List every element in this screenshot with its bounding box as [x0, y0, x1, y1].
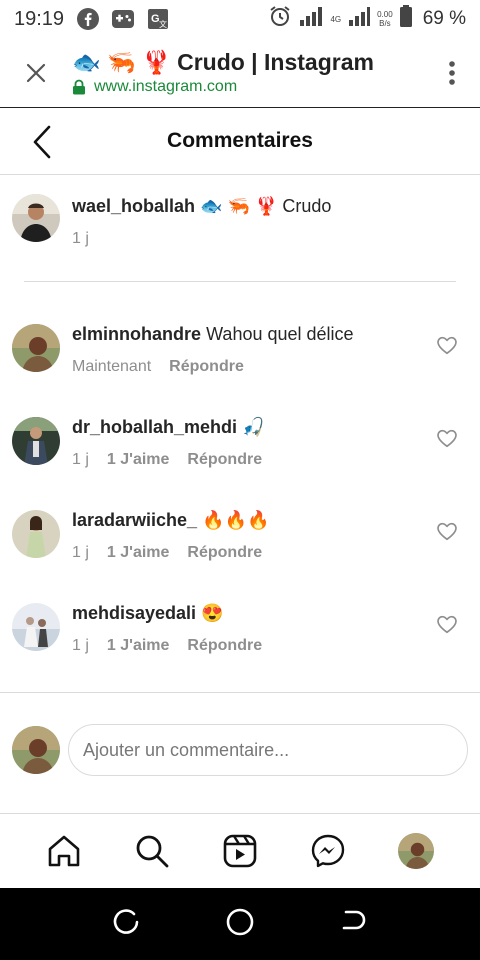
comment-text: Wahou quel délice [206, 324, 354, 344]
like-button[interactable] [436, 520, 458, 542]
heart-icon [437, 615, 457, 634]
comment-row: elminnohandre Wahou quel délice Maintena… [0, 324, 480, 417]
comments-header: Commentaires [0, 108, 480, 175]
status-time: 19:19 [14, 7, 65, 30]
comment-username[interactable]: dr_hoballah_mehdi [72, 417, 237, 437]
comment-username[interactable]: mehdisayedali [72, 603, 196, 623]
comment-likes[interactable]: 1 J'aime [107, 451, 170, 469]
circle-home-icon [226, 908, 254, 936]
comment-likes[interactable]: 1 J'aime [107, 544, 170, 562]
data-speed-value: 0.00 [377, 10, 393, 19]
recent-apps-button[interactable] [112, 908, 140, 940]
comment-input-placeholder: Ajouter un commentaire... [83, 739, 290, 760]
avatar [398, 833, 434, 869]
nav-messenger[interactable] [302, 825, 354, 877]
comment-input[interactable]: Ajouter un commentaire... [68, 724, 468, 776]
signal-icon [347, 5, 371, 33]
reels-icon [223, 834, 257, 868]
data-speed-unit: B/s [379, 19, 391, 28]
comment-time: Maintenant [72, 358, 152, 375]
comment-time: 1 j [72, 451, 89, 468]
comment-text: 😍 [201, 603, 224, 623]
comment-row: mehdisayedali 😍 1 j 1 J'aime Répondre [0, 603, 480, 696]
data-speed: 0.00 B/s [377, 10, 393, 28]
system-navigation-bar [0, 888, 480, 960]
back-system-button[interactable] [340, 908, 368, 940]
url-block[interactable]: 🐟 🦐 🦞 Crudo | Instagram www.instagram.co… [72, 49, 424, 96]
avatar[interactable] [12, 417, 60, 465]
page-title: 🐟 🦐 🦞 Crudo | Instagram [72, 49, 374, 75]
comment-row: dr_hoballah_mehdi 🎣 1 j 1 J'aime Répondr… [0, 417, 480, 510]
comment-time: 1 j [72, 544, 89, 561]
reply-button[interactable]: Répondre [187, 451, 262, 469]
gamepad-icon [110, 7, 136, 31]
more-vertical-icon [449, 60, 455, 85]
nav-profile[interactable] [390, 825, 442, 877]
heart-icon [437, 336, 457, 355]
caption-text: 🐟 🦐 🦞 Crudo [200, 196, 332, 216]
back-button[interactable] [24, 122, 60, 162]
page-heading: Commentaires [167, 129, 313, 152]
comment-text: 🎣 [242, 417, 265, 437]
svg-text:文: 文 [159, 19, 167, 29]
nav-search[interactable] [126, 825, 178, 877]
network-type: 4G [330, 14, 342, 24]
search-icon [136, 835, 169, 868]
overflow-menu-button[interactable] [424, 38, 480, 108]
divider [24, 281, 456, 282]
avatar[interactable] [12, 324, 60, 372]
caption-username[interactable]: wael_hoballah [72, 196, 195, 216]
avatar[interactable] [12, 510, 60, 558]
comment-username[interactable]: elminnohandre [72, 324, 201, 344]
like-button[interactable] [436, 427, 458, 449]
reply-button[interactable]: Répondre [187, 544, 262, 562]
comment-likes[interactable]: 1 J'aime [107, 637, 170, 655]
divider [0, 692, 480, 693]
lock-icon [73, 79, 85, 95]
status-bar: 19:19 G文 4G 0.00 B/s 69 % [0, 0, 480, 38]
heart-icon [437, 429, 457, 448]
add-comment-bar: Ajouter un commentaire... [0, 716, 480, 786]
comment-row: laradarwiiche_ 🔥🔥🔥 1 j 1 J'aime Répondre [0, 510, 480, 603]
recent-apps-icon [114, 909, 139, 934]
back-arrow-icon [33, 125, 51, 159]
close-icon [26, 63, 46, 82]
post-caption: wael_hoballah 🐟 🦐 🦞 Crudo 1 j [0, 176, 480, 282]
heart-icon [437, 522, 457, 541]
comment-time: 1 j [72, 637, 89, 654]
back-system-icon [342, 910, 365, 930]
like-button[interactable] [436, 613, 458, 635]
avatar [12, 726, 60, 774]
bottom-navigation [0, 813, 480, 888]
url-text: www.instagram.com [94, 78, 238, 95]
battery-icon [399, 4, 413, 34]
avatar[interactable] [12, 603, 60, 651]
translate-icon: G文 [146, 7, 170, 31]
close-tab-button[interactable] [0, 38, 72, 108]
caption-time: 1 j [72, 230, 89, 247]
avatar[interactable] [12, 194, 60, 242]
comment-text: 🔥🔥🔥 [202, 510, 270, 530]
messenger-icon [311, 834, 345, 868]
like-button[interactable] [436, 334, 458, 356]
nav-reels[interactable] [214, 825, 266, 877]
signal-icon [298, 5, 324, 33]
nav-home[interactable] [38, 825, 90, 877]
facebook-icon [76, 7, 100, 31]
battery-percentage: 69 % [422, 8, 466, 29]
home-icon [48, 835, 80, 867]
alarm-icon [268, 4, 292, 34]
reply-button[interactable]: Répondre [187, 637, 262, 655]
comment-username[interactable]: laradarwiiche_ [72, 510, 197, 530]
reply-button[interactable]: Répondre [169, 358, 244, 376]
custom-tab-toolbar: 🐟 🦐 🦞 Crudo | Instagram www.instagram.co… [0, 38, 480, 108]
home-button[interactable] [225, 907, 255, 941]
